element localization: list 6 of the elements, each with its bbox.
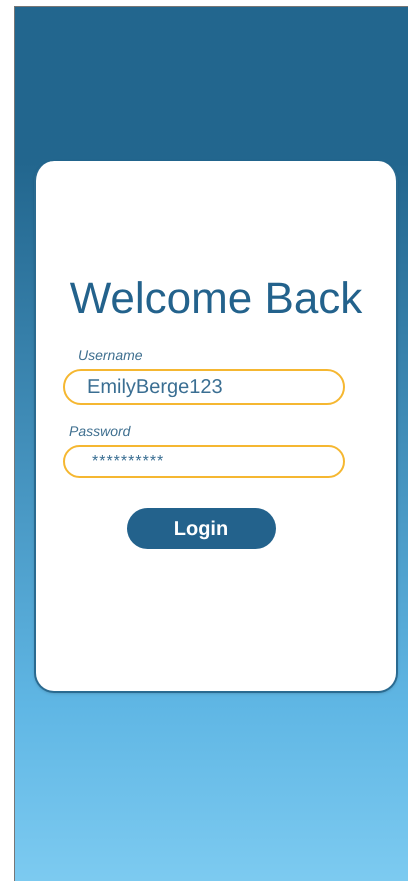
welcome-heading: Welcome Back (70, 273, 362, 325)
login-button[interactable]: Login (126, 508, 276, 549)
field-label: Password (69, 422, 130, 441)
field-label: Username (78, 346, 143, 365)
password-field[interactable]: ********** (63, 445, 345, 478)
username-field[interactable]: EmilyBerge123 (63, 369, 345, 405)
